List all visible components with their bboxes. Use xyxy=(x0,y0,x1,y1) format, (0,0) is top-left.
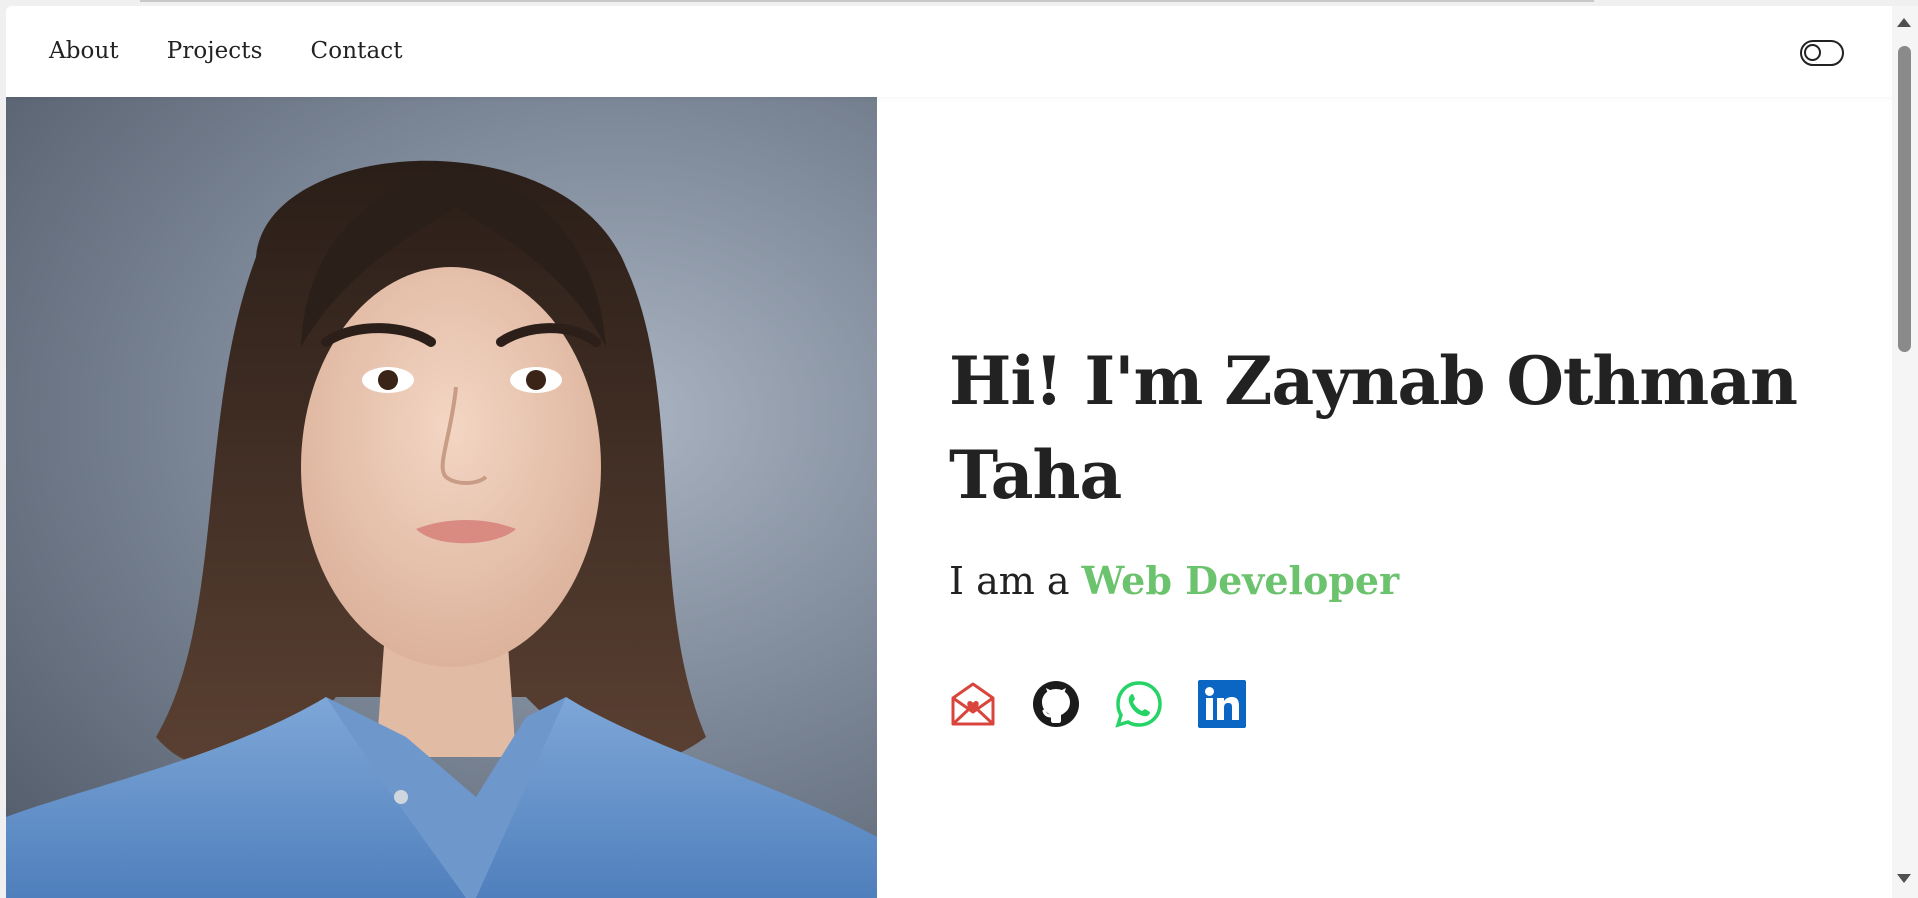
nav-link-projects[interactable]: Projects xyxy=(167,38,263,64)
linkedin-icon[interactable] xyxy=(1198,680,1246,728)
scrollbar[interactable] xyxy=(1892,6,1918,898)
hero-subtitle: I am a Web Developer xyxy=(949,558,1829,603)
browser-tab-bar xyxy=(140,0,1594,2)
github-icon[interactable] xyxy=(1032,680,1080,728)
theme-toggle-icon[interactable] xyxy=(1800,40,1844,66)
scroll-thumb[interactable] xyxy=(1898,46,1911,352)
scroll-up-icon[interactable] xyxy=(1897,18,1911,27)
nav-links: About Projects Contact xyxy=(49,38,403,64)
scroll-down-icon[interactable] xyxy=(1897,874,1911,883)
email-heart-icon[interactable] xyxy=(949,680,997,728)
social-links xyxy=(949,680,1246,728)
nav-link-contact[interactable]: Contact xyxy=(311,38,403,64)
subtitle-prefix: I am a xyxy=(949,559,1082,603)
portrait-illustration xyxy=(6,160,877,898)
hero-title: Hi! I'm Zaynab Othman Taha xyxy=(949,342,1798,514)
profile-photo xyxy=(6,97,877,898)
theme-toggle-knob xyxy=(1804,44,1821,61)
navbar: About Projects Contact xyxy=(6,6,1892,97)
role-text: Web Developer xyxy=(1081,558,1400,603)
whatsapp-icon[interactable] xyxy=(1115,680,1163,728)
hero-section: Hi! I'm Zaynab Othman Taha I am a Web De… xyxy=(949,334,1829,603)
page-window: About Projects Contact Hi! I'm Zaynab Ot… xyxy=(6,6,1892,898)
nav-link-about[interactable]: About xyxy=(49,38,119,64)
